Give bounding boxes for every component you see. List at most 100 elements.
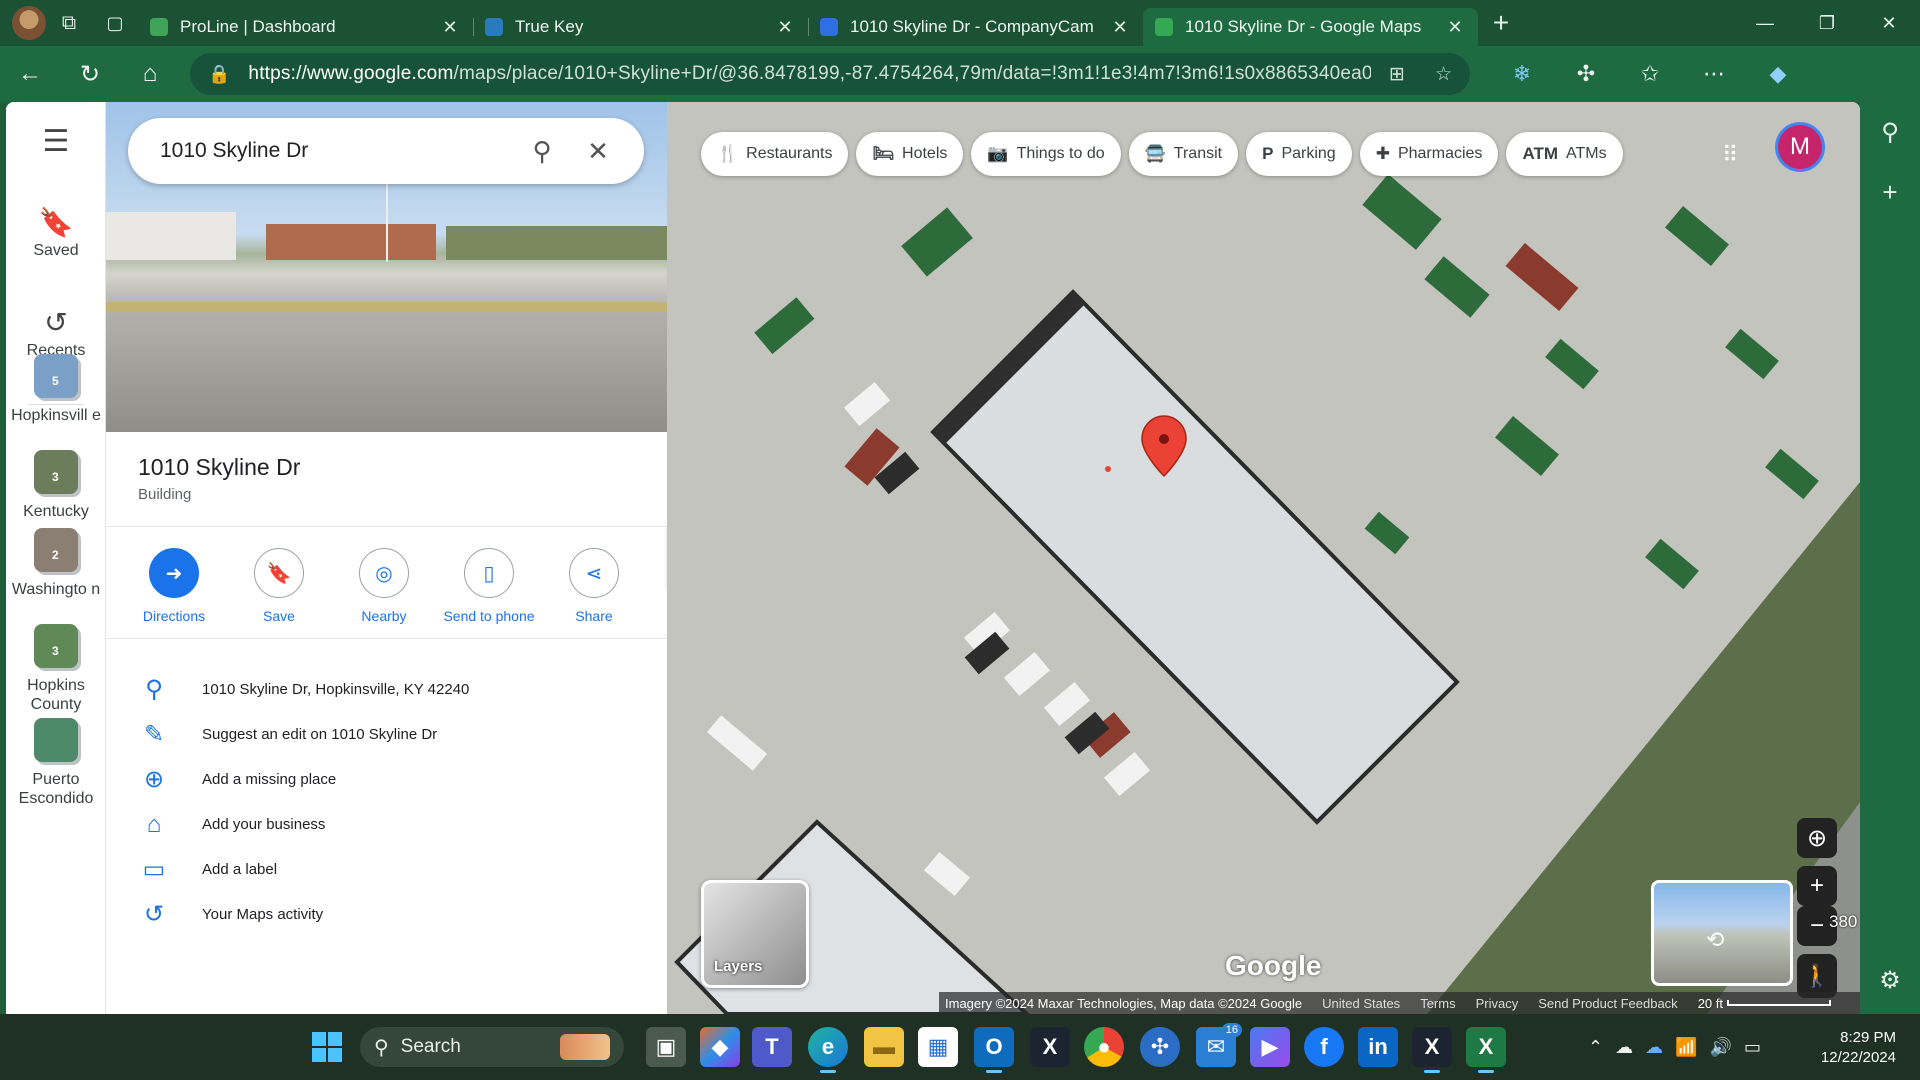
windows-taskbar: ⚲ Search ▣ ◆ T e ▬ ▦ O X ● ✣ ✉ 16 ▶ f in … <box>0 1014 1920 1080</box>
profile-avatar[interactable] <box>0 0 46 46</box>
link-feedback[interactable]: Send Product Feedback <box>1538 996 1677 1011</box>
chip-parking[interactable]: P Parking <box>1246 132 1352 176</box>
microsoft-store-icon[interactable]: ▦ <box>918 1027 958 1067</box>
x-app-icon[interactable]: X <box>1030 1027 1070 1067</box>
browser-tab[interactable]: True Key ✕ <box>473 8 809 46</box>
favorites-icon[interactable]: ✩ <box>1618 61 1682 87</box>
close-icon[interactable]: ✕ <box>570 136 626 167</box>
map-canvas[interactable]: 🍴 Restaurants 🛏 Hotels 📷 Things to do 🚍 Transit… <box>667 102 1860 1014</box>
url-field[interactable]: 🔒 https://www.google.com/maps/place/1010… <box>190 53 1470 95</box>
browser-tab[interactable]: 1010 Skyline Dr - CompanyCam ✕ <box>808 8 1143 46</box>
browser-tab[interactable]: ProLine | Dashboard ✕ <box>138 8 474 46</box>
sidebar-settings-icon[interactable]: ⚙ <box>1860 950 1920 1010</box>
clock[interactable]: 8:29 PM 12/22/2024 <box>1810 1028 1896 1068</box>
restore-button[interactable]: ❐ <box>1796 13 1858 34</box>
minimize-button[interactable]: — <box>1734 13 1796 34</box>
close-tab-icon[interactable]: ✕ <box>774 17 796 38</box>
home-button[interactable]: ⌂ <box>120 46 180 102</box>
recent-place[interactable]: Puerto Escondido <box>6 718 106 808</box>
start-button[interactable] <box>312 1032 342 1062</box>
sidebar-add-icon[interactable]: + <box>1860 162 1920 222</box>
network-app-icon[interactable]: ✣ <box>1140 1027 1180 1067</box>
chip-atms[interactable]: ATM ATMs <box>1506 132 1623 176</box>
browser-tab[interactable]: 1010 Skyline Dr - Google Maps ✕ <box>1143 8 1478 46</box>
recent-thumbnail: 5 <box>34 354 78 398</box>
excel-icon[interactable]: X <box>1466 1027 1506 1073</box>
chip-label: Hotels <box>902 145 948 162</box>
search-icon[interactable]: ⚲ <box>514 136 570 167</box>
recent-place[interactable]: 2 Washingto n <box>6 528 106 599</box>
scale-bar[interactable]: 20 ft <box>1698 996 1831 1011</box>
link-privacy[interactable]: Privacy <box>1476 996 1519 1011</box>
teams-icon[interactable]: T <box>752 1027 792 1067</box>
sidebar-search-icon[interactable]: ⚲ <box>1860 102 1920 162</box>
copilot-icon[interactable]: ◆ <box>1746 61 1810 87</box>
taskbar-search[interactable]: ⚲ Search <box>360 1027 624 1067</box>
layers-button[interactable]: Layers <box>701 880 809 988</box>
file-explorer-icon[interactable]: ▬ <box>864 1027 904 1067</box>
link-region[interactable]: United States <box>1322 996 1400 1011</box>
linkedin-icon[interactable]: in <box>1358 1027 1398 1067</box>
onedrive-icon[interactable]: ☁ <box>1645 1037 1663 1058</box>
chip-hotels[interactable]: 🛏 Hotels <box>856 132 964 176</box>
clock-date: 12/22/2024 <box>1820 1049 1896 1066</box>
saved-button[interactable]: 🔖 Saved <box>6 206 106 260</box>
outlook-new-icon[interactable]: ✉ 16 <box>1196 1023 1242 1067</box>
app-available-icon[interactable]: ⊞ <box>1389 63 1405 86</box>
google-apps-icon[interactable]: ⠿ <box>1722 142 1738 168</box>
chip-restaurants[interactable]: 🍴 Restaurants <box>701 132 849 176</box>
close-window-button[interactable]: ✕ <box>1858 13 1920 34</box>
my-location-button[interactable]: ⊕ <box>1797 818 1837 858</box>
tab-actions-icon[interactable]: ▢ <box>92 0 138 46</box>
recent-place[interactable]: 3 Hopkins County <box>6 624 106 714</box>
facebook-icon[interactable]: f <box>1304 1027 1344 1067</box>
share-button[interactable]: ⋖ Share <box>544 548 644 624</box>
save-button[interactable]: 🔖 Save <box>229 548 329 624</box>
street-view-thumbnail[interactable]: ⟲ <box>1651 880 1793 986</box>
chip-things-to-do[interactable]: 📷 Things to do <box>971 132 1121 176</box>
extension-icon[interactable]: ❄ <box>1490 61 1554 87</box>
copilot-app-icon[interactable]: ◆ <box>700 1027 740 1067</box>
zoom-in-button[interactable]: + <box>1797 866 1837 906</box>
lock-icon[interactable]: 🔒 <box>208 64 230 85</box>
battery-icon[interactable]: ▭ <box>1744 1037 1761 1058</box>
menu-icon[interactable]: ☰ <box>6 124 106 159</box>
refresh-button[interactable]: ↻ <box>60 46 120 102</box>
chrome-icon[interactable]: ● <box>1084 1027 1124 1067</box>
recent-place-label: Hopkins County <box>27 677 85 713</box>
recent-thumbnail: 3 <box>34 450 78 494</box>
chevron-up-icon[interactable]: ⌃ <box>1588 1037 1603 1058</box>
new-tab-button[interactable]: + <box>1478 7 1524 39</box>
recent-place[interactable]: 3 Kentucky <box>6 450 106 521</box>
chip-transit[interactable]: 🚍 Transit <box>1128 132 1239 176</box>
send-to-phone-button[interactable]: ▯ Send to phone <box>439 548 539 624</box>
nearby-button[interactable]: ◎ Nearby <box>334 548 434 624</box>
tab-favicon-icon <box>150 18 168 36</box>
recents-button[interactable]: ↺ Recents <box>6 306 106 360</box>
outlook-icon[interactable]: O <box>974 1027 1014 1073</box>
media-player-icon[interactable]: ▶ <box>1250 1027 1290 1067</box>
back-button[interactable]: ← <box>0 46 60 102</box>
account-avatar[interactable]: M <box>1775 122 1825 172</box>
more-menu-icon[interactable]: ⋯ <box>1682 61 1746 87</box>
recent-place[interactable]: 5 Hopkinsvill e <box>6 354 106 425</box>
chip-pharmacies[interactable]: ✚ Pharmacies <box>1359 132 1499 176</box>
favorite-star-icon[interactable]: ☆ <box>1435 63 1452 86</box>
weather-icon[interactable]: ☁ <box>1615 1037 1633 1058</box>
close-tab-icon[interactable]: ✕ <box>1109 17 1131 38</box>
directions-button[interactable]: ➜ Directions <box>124 548 224 624</box>
volume-icon[interactable]: 🔊 <box>1710 1037 1732 1058</box>
wifi-icon[interactable]: 📶 <box>1675 1037 1697 1058</box>
close-tab-icon[interactable]: ✕ <box>439 17 461 38</box>
task-view-icon[interactable]: ▣ <box>646 1027 686 1067</box>
workspaces-icon[interactable]: ⧉ <box>46 0 92 46</box>
x-app-icon-2[interactable]: X <box>1412 1027 1452 1073</box>
extensions-puzzle-icon[interactable]: ✣ <box>1554 61 1618 87</box>
place-actions: ➜ Directions 🔖 Save ◎ Nearby ▯ Send to phone ⋖ Sh… <box>124 548 644 624</box>
maps-page: ☰ 🔖 Saved ↺ Recents 5 Hopkinsvill e 3 Kentu… <box>6 102 1860 1014</box>
search-input[interactable] <box>160 139 514 163</box>
edge-icon[interactable]: e <box>808 1027 848 1073</box>
close-tab-icon[interactable]: ✕ <box>1444 17 1466 38</box>
link-terms[interactable]: Terms <box>1420 996 1455 1011</box>
info-row[interactable]: ↺ Your Maps activity <box>106 887 667 942</box>
